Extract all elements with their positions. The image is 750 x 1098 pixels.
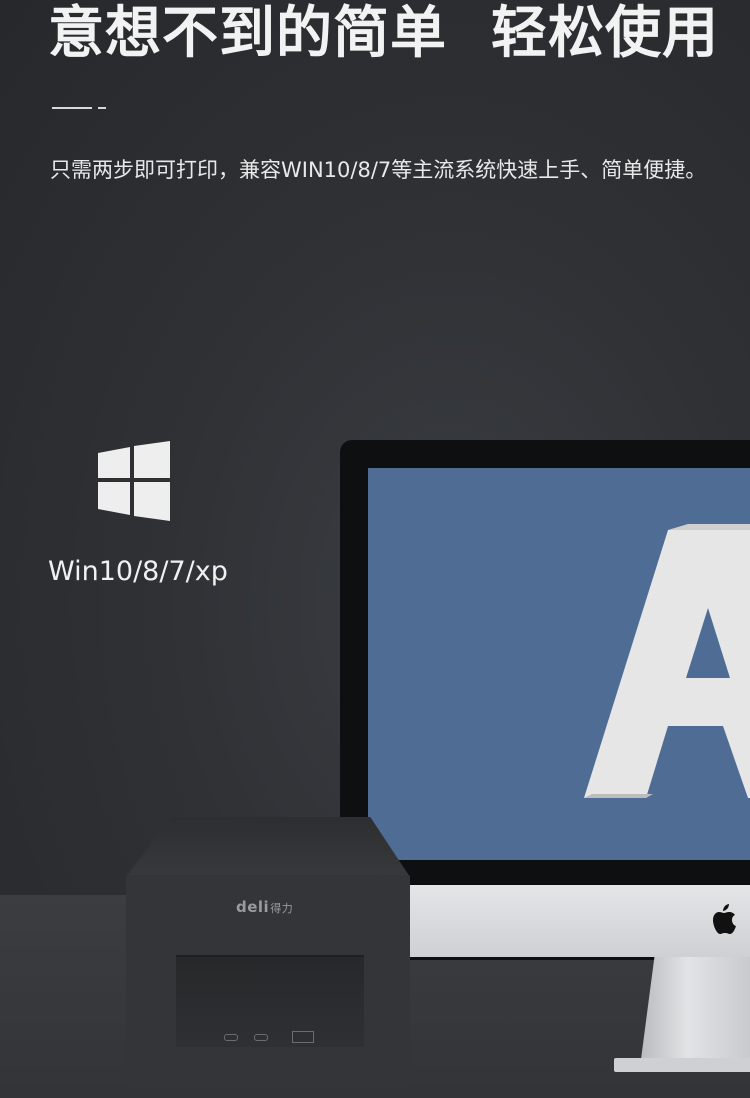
apple-logo-icon (713, 904, 736, 934)
screen-letter-graphic: A (584, 524, 750, 799)
printer-brand-cn: 得力 (270, 902, 294, 915)
monitor-stand-base (614, 1058, 750, 1072)
page-headline: 意想不到的简单 轻松使用 (48, 2, 719, 66)
description-text: 只需两步即可打印，兼容WIN10/8/7等主流系统快速上手、简单便捷。 (50, 158, 707, 182)
screen-letter: A (673, 796, 674, 799)
printer-top-cover (126, 817, 410, 877)
printer-paper-slot (176, 955, 364, 1047)
printer-brand-logo: deli得力 (236, 898, 293, 916)
monitor-screen: A (368, 468, 750, 860)
headline-part-2: 轻松使用 (491, 1, 719, 66)
title-divider (52, 107, 92, 109)
printer-feed-button (254, 1034, 268, 1041)
title-divider-dot (98, 107, 106, 109)
printer-brand-en: deli (236, 898, 270, 916)
windows-logo-icon (98, 441, 170, 521)
headline-part-1: 意想不到的简单 (48, 1, 447, 66)
printer-power-button (224, 1034, 238, 1041)
monitor-stand (640, 957, 750, 1067)
product-detail-page: 意想不到的简单 轻松使用 只需两步即可打印，兼容WIN10/8/7等主流系统快速上… (0, 0, 750, 1098)
os-support-label: Win10/8/7/xp (48, 556, 228, 587)
printer-indicator-window (292, 1031, 314, 1043)
